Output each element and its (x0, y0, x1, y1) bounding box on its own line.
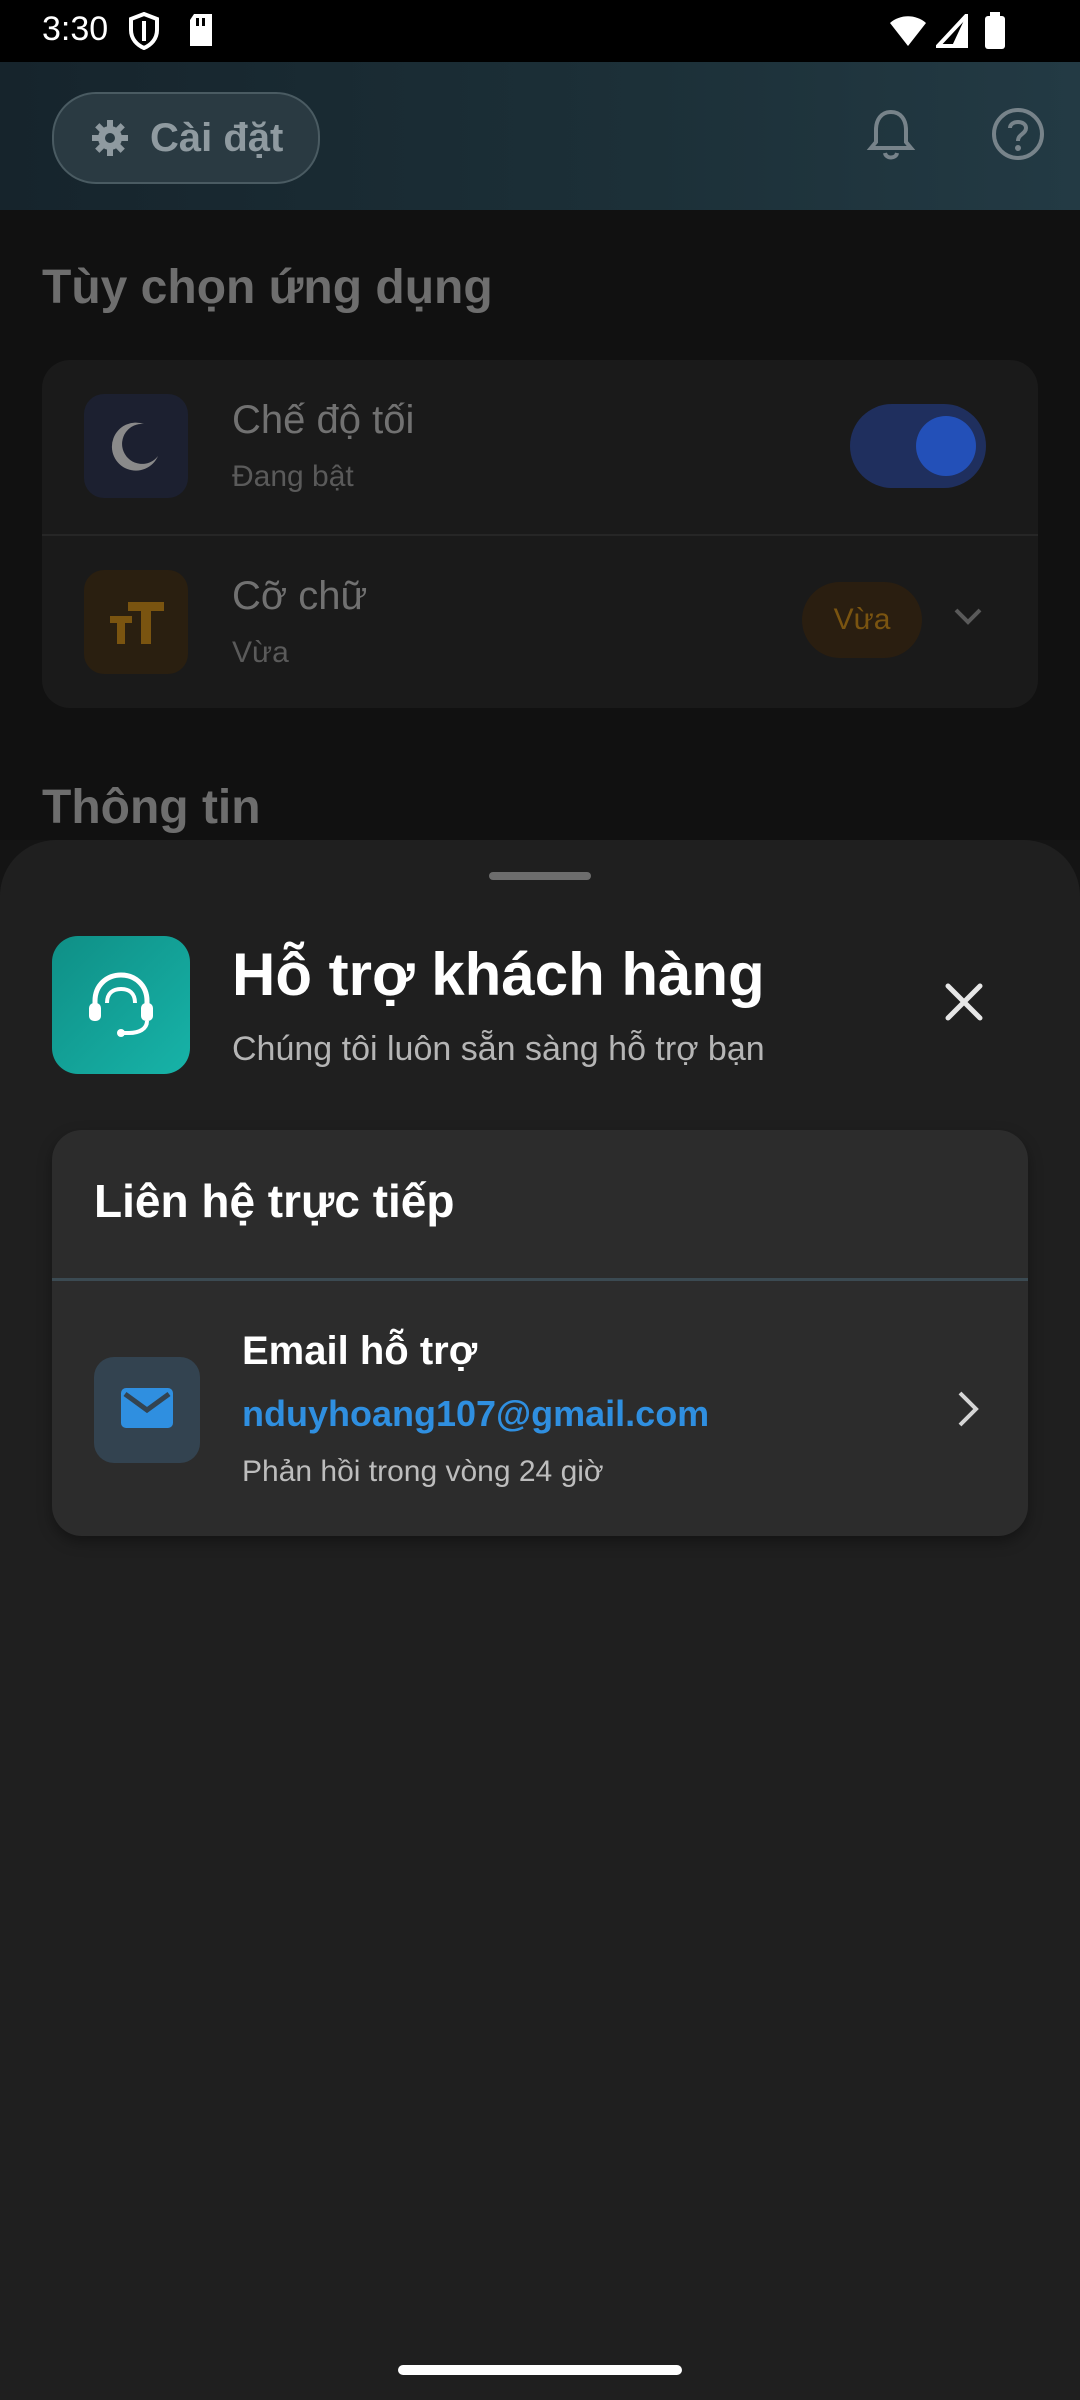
headset-icon (52, 936, 190, 1074)
chevron-down-icon[interactable] (950, 604, 986, 633)
dark-mode-title: Chế độ tối (232, 398, 415, 442)
settings-button[interactable]: Cài đặt (52, 92, 320, 184)
font-size-row[interactable]: Cỡ chữ Vừa Vừa (42, 536, 1038, 710)
email-support-row[interactable]: Email hỗ trợ nduyhoang107@gmail.com Phản… (52, 1281, 1028, 1536)
text-size-icon (84, 570, 188, 674)
gear-icon (90, 118, 130, 163)
dark-mode-row[interactable]: Chế độ tối Đang bật (42, 360, 1038, 536)
app-options-card: Chế độ tối Đang bật Cỡ chữ Vừa Vừa (42, 360, 1038, 708)
sheet-title: Hỗ trợ khách hàng (232, 941, 765, 1008)
bell-icon[interactable] (866, 106, 916, 167)
sd-card-icon (186, 12, 216, 53)
support-email-address[interactable]: nduyhoang107@gmail.com (242, 1393, 709, 1435)
app-bar: Cài đặt (0, 62, 1080, 210)
direct-contact-title: Liên hệ trực tiếp (94, 1175, 455, 1227)
font-size-title: Cỡ chữ (232, 574, 368, 618)
dark-mode-subtitle: Đang bật (232, 460, 354, 493)
moon-icon (84, 394, 188, 498)
section-title-app-options: Tùy chọn ứng dụng (42, 261, 493, 314)
battery-icon (984, 12, 1006, 55)
dark-mode-toggle[interactable] (850, 404, 986, 488)
font-size-subtitle: Vừa (232, 636, 289, 669)
status-bar: 3:30 (0, 0, 1080, 62)
section-title-info: Thông tin (42, 781, 261, 834)
response-time-note: Phản hồi trong vòng 24 giờ (242, 1455, 604, 1488)
settings-label: Cài đặt (150, 116, 284, 160)
settings-content: Tùy chọn ứng dụng Chế độ tối Đang bật Cỡ… (0, 210, 1080, 840)
close-icon[interactable] (934, 972, 994, 1032)
support-bottom-sheet: Hỗ trợ khách hàng Chúng tôi luôn sẵn sàn… (0, 840, 1080, 2400)
home-indicator[interactable] (398, 2365, 682, 2375)
signal-icon (933, 10, 968, 53)
toggle-knob (916, 416, 976, 476)
shield-icon (128, 11, 160, 55)
font-size-value[interactable]: Vừa (802, 582, 922, 658)
drag-handle[interactable] (489, 872, 591, 880)
help-icon[interactable] (990, 106, 1046, 167)
mail-icon (94, 1357, 200, 1463)
wifi-icon (888, 14, 928, 53)
email-support-title: Email hỗ trợ (242, 1329, 478, 1373)
chevron-right-icon (950, 1387, 984, 1436)
sheet-subtitle: Chúng tôi luôn sẵn sàng hỗ trợ bạn (232, 1030, 765, 1068)
status-time: 3:30 (42, 10, 109, 48)
direct-contact-card: Liên hệ trực tiếp Email hỗ trợ nduyhoang… (52, 1130, 1028, 1536)
